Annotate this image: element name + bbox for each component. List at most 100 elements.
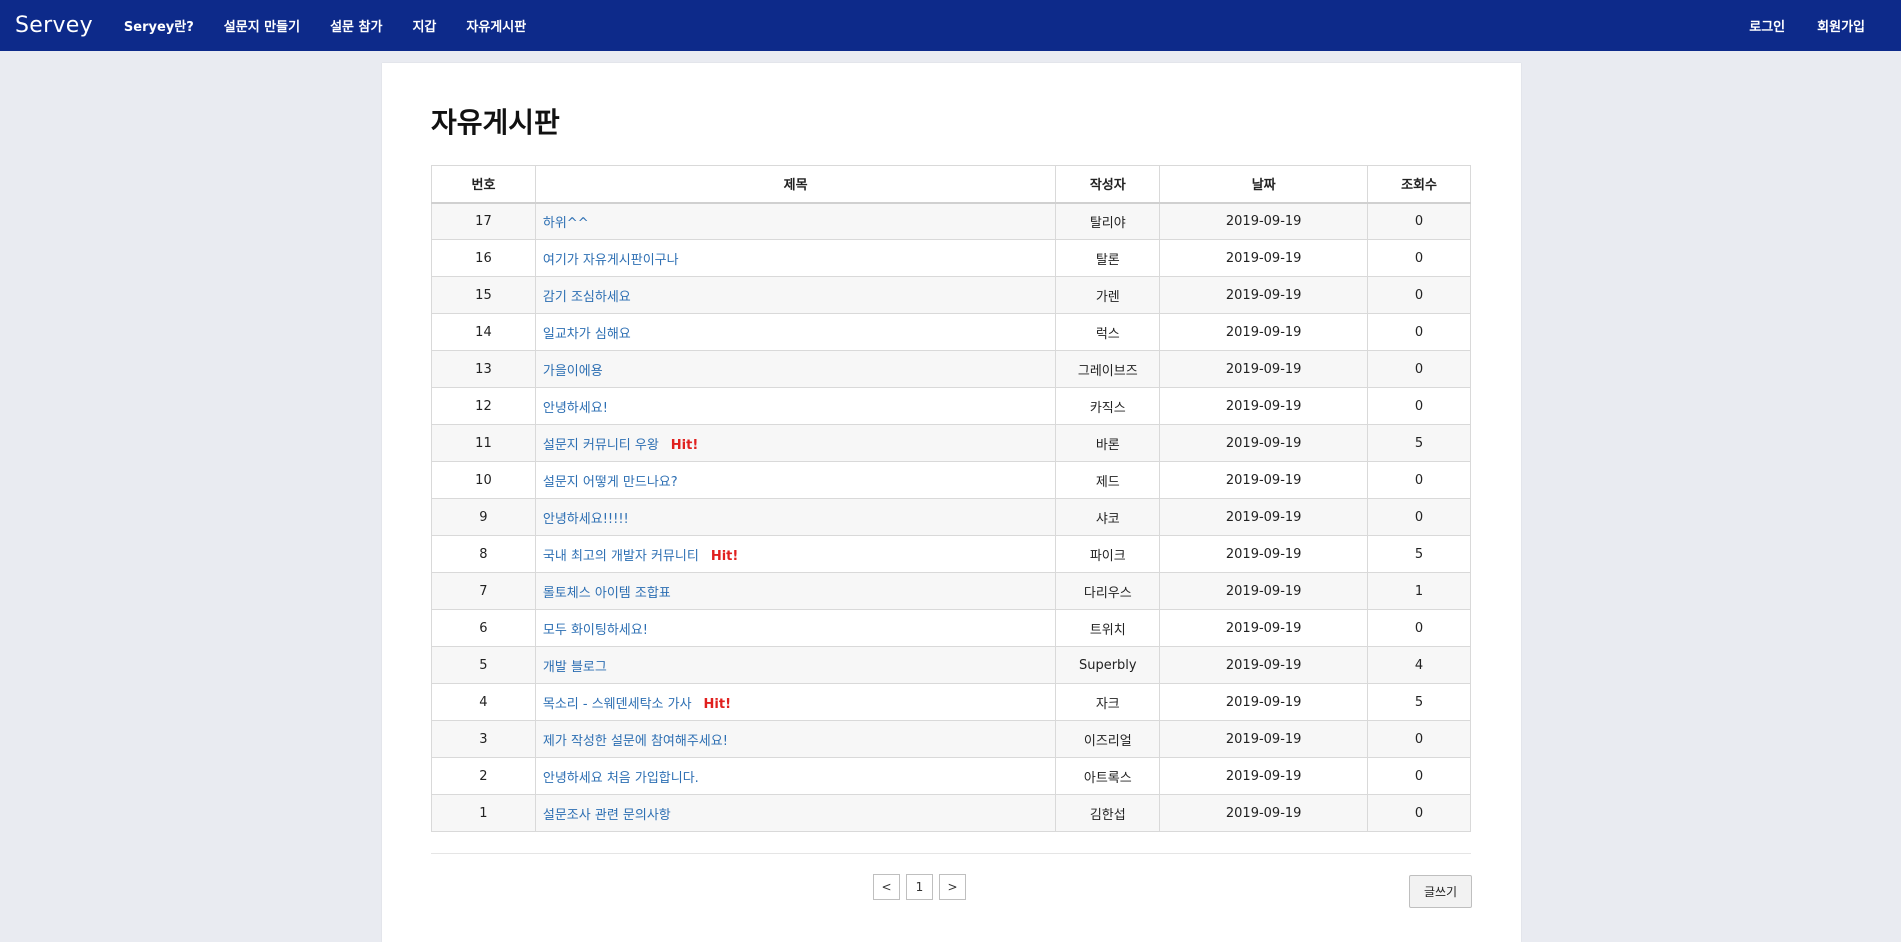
cell-date: 2019-09-19: [1159, 609, 1369, 647]
cell-views: 5: [1367, 424, 1471, 462]
next-page-button[interactable]: >: [939, 874, 966, 900]
table-row[interactable]: 15 감기 조심하세요 가렌 2019-09-19 0: [431, 276, 1471, 314]
cell-author: 럭스: [1055, 313, 1161, 351]
table-row[interactable]: 3 제가 작성한 설문에 참여해주세요! 이즈리얼 2019-09-19 0: [431, 720, 1471, 758]
hit-badge: Hit!: [703, 696, 732, 712]
cell-views: 0: [1367, 202, 1471, 240]
post-title-link[interactable]: 하위^^: [543, 216, 589, 231]
cell-views: 0: [1367, 276, 1471, 314]
top-navbar: Servey Seryey란? 설문지 만들기 설문 참가 지갑 자유게시판 로…: [0, 0, 1901, 51]
cell-date: 2019-09-19: [1159, 535, 1369, 573]
post-title-link[interactable]: 안녕하세요!!!!!: [543, 512, 629, 527]
post-title-link[interactable]: 설문조사 관련 문의사항: [543, 808, 671, 823]
cell-views: 0: [1367, 794, 1471, 832]
cell-title: 가을이에용: [534, 350, 1057, 388]
cell-date: 2019-09-19: [1159, 498, 1369, 536]
cell-title: 감기 조심하세요: [534, 276, 1057, 314]
post-title-link[interactable]: 롤토체스 아이템 조합표: [543, 586, 671, 601]
cell-number: 11: [431, 424, 536, 462]
cell-author: 자크: [1055, 683, 1161, 721]
cell-number: 2: [431, 757, 536, 795]
nav-wallet[interactable]: 지갑: [412, 16, 436, 35]
cell-number: 10: [431, 461, 536, 499]
page-title: 자유게시판: [431, 106, 560, 139]
cell-date: 2019-09-19: [1159, 313, 1369, 351]
cell-title: 개발 블로그: [534, 646, 1057, 684]
table-row[interactable]: 1 설문조사 관련 문의사항 김한섭 2019-09-19 0: [431, 794, 1471, 832]
table-row[interactable]: 9 안녕하세요!!!!! 샤코 2019-09-19 0: [431, 498, 1471, 536]
divider: [431, 853, 1471, 854]
post-title-link[interactable]: 국내 최고의 개발자 커뮤니티: [543, 549, 699, 564]
cell-views: 0: [1367, 239, 1471, 277]
nav-right-group: 로그인 회원가입: [1717, 0, 1865, 51]
cell-date: 2019-09-19: [1159, 350, 1369, 388]
cell-date: 2019-09-19: [1159, 424, 1369, 462]
table-row[interactable]: 16 여기가 자유게시판이구나 탈론 2019-09-19 0: [431, 239, 1471, 277]
post-title-link[interactable]: 안녕하세요 처음 가입합니다.: [543, 771, 699, 786]
cell-date: 2019-09-19: [1159, 683, 1369, 721]
cell-date: 2019-09-19: [1159, 202, 1369, 240]
post-title-link[interactable]: 여기가 자유게시판이구나: [543, 253, 679, 268]
table-row[interactable]: 8 국내 최고의 개발자 커뮤니티 Hit! 파이크 2019-09-19 5: [431, 535, 1471, 573]
cell-views: 0: [1367, 498, 1471, 536]
table-row[interactable]: 17 하위^^ 탈리야 2019-09-19 0: [431, 202, 1471, 240]
post-title-link[interactable]: 설문지 커뮤니티 우왕: [543, 438, 659, 453]
header-title: 제목: [534, 165, 1057, 204]
table-row[interactable]: 2 안녕하세요 처음 가입합니다. 아트록스 2019-09-19 0: [431, 757, 1471, 795]
cell-author: 아트록스: [1055, 757, 1161, 795]
brand-logo[interactable]: Servey: [15, 13, 93, 38]
cell-title: 일교차가 심해요: [534, 313, 1057, 351]
hit-badge: Hit!: [670, 437, 699, 453]
cell-title: 제가 작성한 설문에 참여해주세요!: [534, 720, 1057, 758]
post-title-link[interactable]: 모두 화이팅하세요!: [543, 623, 648, 638]
table-header-row: 번호 제목 작성자 날짜 조회수: [431, 165, 1471, 204]
table-row[interactable]: 11 설문지 커뮤니티 우왕 Hit! 바론 2019-09-19 5: [431, 424, 1471, 462]
table-row[interactable]: 12 안녕하세요! 카직스 2019-09-19 0: [431, 387, 1471, 425]
cell-author: 바론: [1055, 424, 1161, 462]
post-title-link[interactable]: 설문지 어떻게 만드나요?: [543, 475, 678, 490]
prev-page-button[interactable]: <: [873, 874, 900, 900]
nav-about[interactable]: Seryey란?: [124, 16, 194, 35]
cell-author: 파이크: [1055, 535, 1161, 573]
cell-number: 14: [431, 313, 536, 351]
page-1-button[interactable]: 1: [906, 874, 933, 900]
cell-title: 목소리 - 스웨덴세탁소 가사 Hit!: [534, 683, 1057, 721]
cell-date: 2019-09-19: [1159, 757, 1369, 795]
post-title-link[interactable]: 개발 블로그: [543, 660, 607, 675]
post-title-link[interactable]: 제가 작성한 설문에 참여해주세요!: [543, 734, 728, 749]
board-panel: 자유게시판 번호 제목 작성자 날짜 조회수 17 하위^^ 탈리야 2019-09-…: [382, 63, 1521, 942]
table-row[interactable]: 5 개발 블로그 Superbly 2019-09-19 4: [431, 646, 1471, 684]
nav-join-survey[interactable]: 설문 참가: [330, 16, 382, 35]
nav-free-board[interactable]: 자유게시판: [466, 16, 526, 35]
post-title-link[interactable]: 목소리 - 스웨덴세탁소 가사: [543, 697, 692, 712]
table-row[interactable]: 7 롤토체스 아이템 조합표 다리우스 2019-09-19 1: [431, 572, 1471, 610]
post-title-link[interactable]: 가을이에용: [543, 364, 603, 379]
cell-title: 설문지 어떻게 만드나요?: [534, 461, 1057, 499]
post-title-link[interactable]: 일교차가 심해요: [543, 327, 631, 342]
cell-author: 그레이브즈: [1055, 350, 1161, 388]
signup-link[interactable]: 회원가입: [1817, 16, 1865, 35]
cell-number: 15: [431, 276, 536, 314]
table-row[interactable]: 13 가을이에용 그레이브즈 2019-09-19 0: [431, 350, 1471, 388]
post-title-link[interactable]: 감기 조심하세요: [543, 290, 631, 305]
cell-date: 2019-09-19: [1159, 276, 1369, 314]
cell-date: 2019-09-19: [1159, 794, 1369, 832]
cell-date: 2019-09-19: [1159, 239, 1369, 277]
cell-views: 0: [1367, 461, 1471, 499]
hit-badge: Hit!: [710, 548, 739, 564]
table-row[interactable]: 4 목소리 - 스웨덴세탁소 가사 Hit! 자크 2019-09-19 5: [431, 683, 1471, 721]
table-row[interactable]: 6 모두 화이팅하세요! 트위치 2019-09-19 0: [431, 609, 1471, 647]
cell-number: 13: [431, 350, 536, 388]
cell-author: 제드: [1055, 461, 1161, 499]
cell-title: 설문지 커뮤니티 우왕 Hit!: [534, 424, 1057, 462]
cell-views: 5: [1367, 683, 1471, 721]
cell-number: 9: [431, 498, 536, 536]
login-link[interactable]: 로그인: [1749, 16, 1785, 35]
cell-views: 0: [1367, 387, 1471, 425]
write-post-button[interactable]: 글쓰기: [1409, 875, 1472, 908]
table-row[interactable]: 14 일교차가 심해요 럭스 2019-09-19 0: [431, 313, 1471, 351]
table-row[interactable]: 10 설문지 어떻게 만드나요? 제드 2019-09-19 0: [431, 461, 1471, 499]
nav-create-survey[interactable]: 설문지 만들기: [224, 16, 300, 35]
post-title-link[interactable]: 안녕하세요!: [543, 401, 608, 416]
cell-author: 탈론: [1055, 239, 1161, 277]
